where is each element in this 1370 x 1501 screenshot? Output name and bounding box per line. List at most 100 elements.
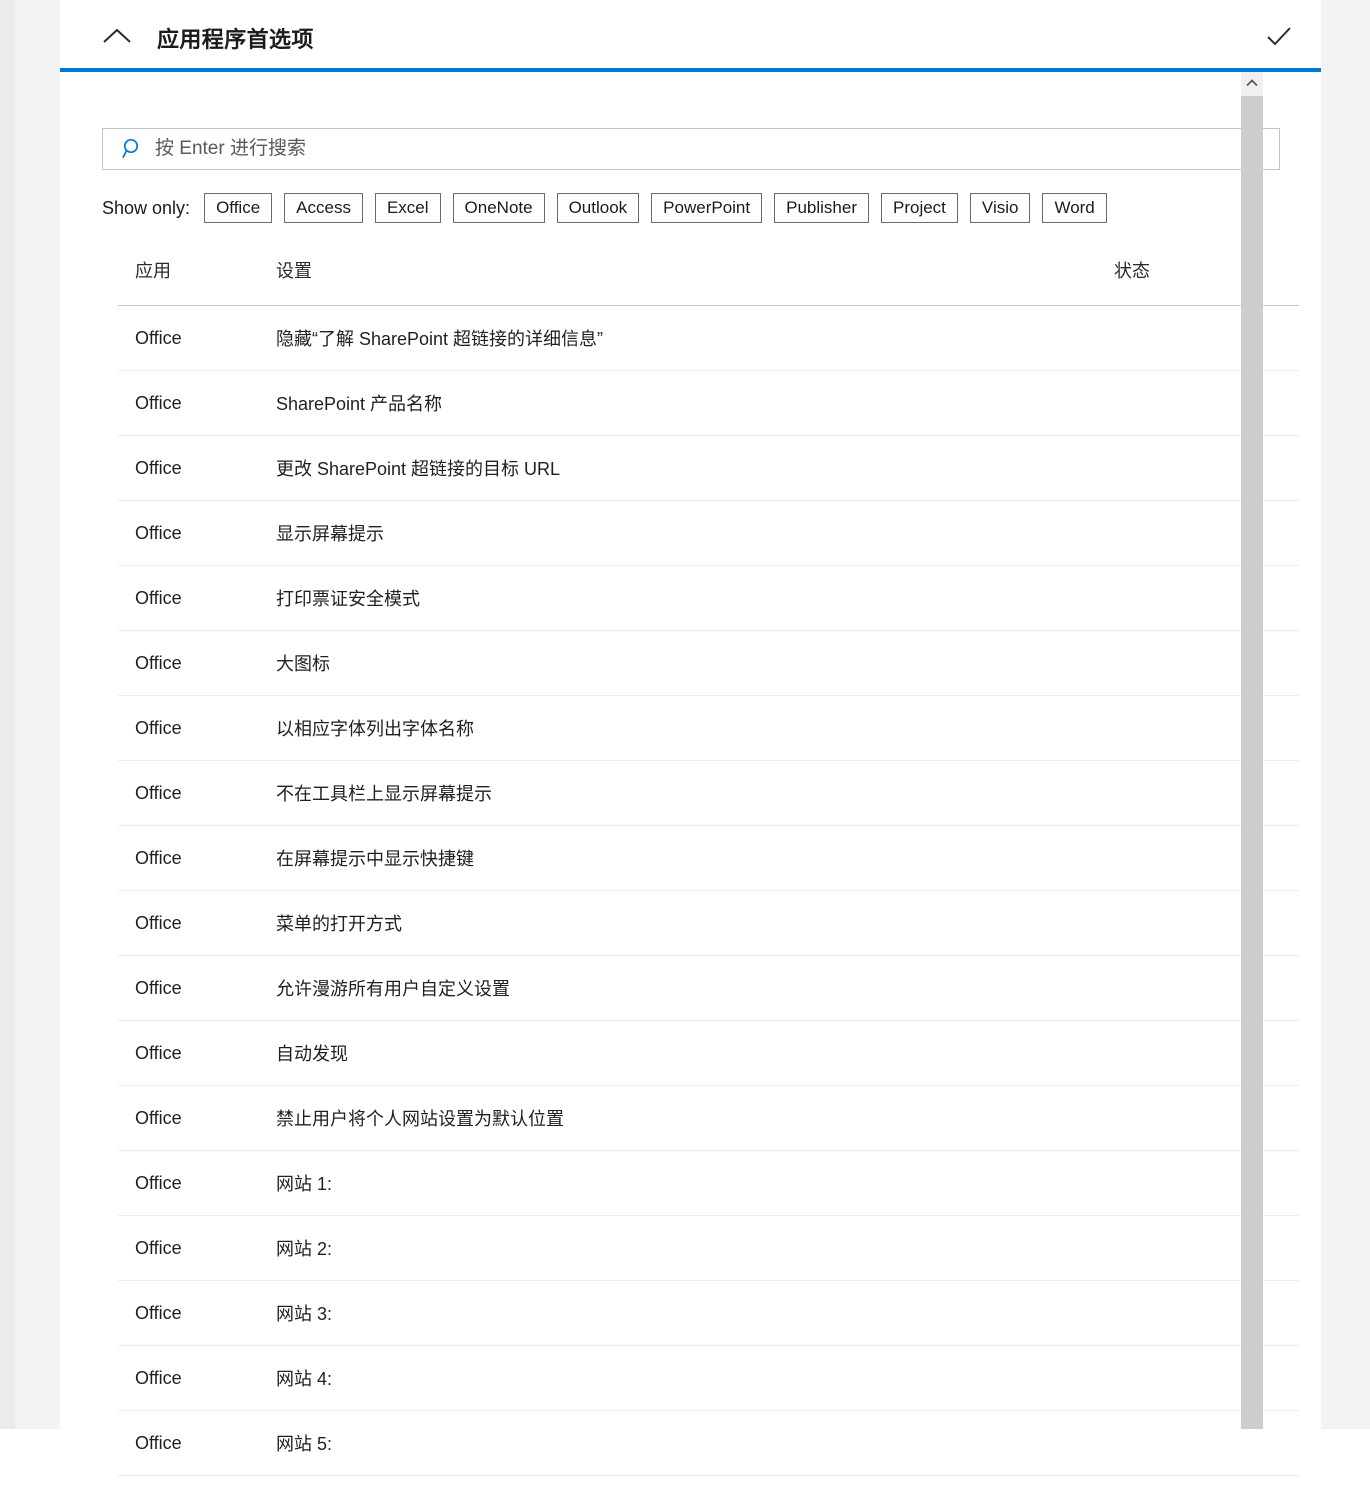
filter-bar: Show only: Office Access Excel OneNote O… — [102, 192, 1282, 224]
cell-app: Office — [118, 1215, 268, 1281]
app-root: 应用程序首选项 按 Enter 进行搜索 Show only: Office A… — [0, 0, 1370, 1476]
cell-status — [1108, 695, 1299, 761]
scrollbar-up-button[interactable] — [1241, 72, 1263, 94]
cell-status — [1108, 955, 1299, 1021]
table-row[interactable]: Office 显示屏幕提示 — [118, 500, 1299, 566]
left-rail-outer — [0, 0, 15, 1429]
table-row[interactable]: Office 不在工具栏上显示屏幕提示 — [118, 760, 1299, 826]
cell-status — [1108, 630, 1299, 696]
cell-app: Office — [118, 825, 268, 891]
settings-table-header: 应用 设置 状态 — [118, 257, 1299, 306]
cell-app: Office — [118, 890, 268, 956]
cell-setting: 不在工具栏上显示屏幕提示 — [268, 760, 1108, 826]
cell-app: Office — [118, 500, 268, 566]
table-row[interactable]: Office 允许漫游所有用户自定义设置 — [118, 955, 1299, 1021]
table-row[interactable]: Office 禁止用户将个人网站设置为默认位置 — [118, 1085, 1299, 1151]
filter-button-publisher[interactable]: Publisher — [774, 193, 869, 223]
cell-app: Office — [118, 1280, 268, 1346]
cell-status — [1108, 825, 1299, 891]
search-icon — [121, 137, 145, 161]
left-rail-inner — [15, 0, 60, 1429]
right-gutter — [1321, 0, 1370, 1429]
table-row[interactable]: Office 网站 2: — [118, 1215, 1299, 1281]
filter-button-visio[interactable]: Visio — [969, 193, 1031, 223]
cell-setting: 网站 4: — [268, 1345, 1108, 1411]
cell-status — [1108, 1020, 1299, 1086]
cell-app: Office — [118, 1410, 268, 1476]
cell-status — [1108, 1150, 1299, 1216]
collapse-button[interactable] — [98, 17, 136, 55]
chevron-up-icon — [102, 27, 132, 45]
table-header-row: 应用 设置 状态 — [118, 257, 1299, 306]
cell-app: Office — [118, 1345, 268, 1411]
cell-app: Office — [118, 1150, 268, 1216]
filter-button-project[interactable]: Project — [880, 193, 958, 223]
search-input[interactable] — [155, 129, 1279, 169]
column-header-app[interactable]: 应用 — [118, 257, 268, 306]
cell-setting: SharePoint 产品名称 — [268, 370, 1108, 436]
page-title: 应用程序首选项 — [157, 27, 314, 52]
table-row[interactable]: Office 隐藏“了解 SharePoint 超链接的详细信息” — [118, 305, 1299, 371]
cell-status — [1108, 760, 1299, 826]
cell-setting: 菜单的打开方式 — [268, 890, 1108, 956]
table-row[interactable]: Office SharePoint 产品名称 — [118, 370, 1299, 436]
vertical-scrollbar[interactable] — [1241, 72, 1263, 1429]
table-row[interactable]: Office 菜单的打开方式 — [118, 890, 1299, 956]
confirm-button[interactable] — [1259, 16, 1299, 56]
cell-setting: 更改 SharePoint 超链接的目标 URL — [268, 435, 1108, 501]
scrollbar-thumb[interactable] — [1241, 96, 1263, 1429]
cell-status — [1108, 370, 1299, 436]
filter-button-access[interactable]: Access — [284, 193, 363, 223]
filter-button-powerpoint[interactable]: PowerPoint — [651, 193, 763, 223]
filter-button-excel[interactable]: Excel — [374, 193, 441, 223]
column-header-status[interactable]: 状态 — [1108, 257, 1299, 306]
cell-status — [1108, 500, 1299, 566]
cell-setting: 网站 5: — [268, 1410, 1108, 1476]
cell-setting: 网站 2: — [268, 1215, 1108, 1281]
filter-button-word[interactable]: Word — [1042, 193, 1107, 223]
cell-setting: 在屏幕提示中显示快捷键 — [268, 825, 1108, 891]
cell-setting: 以相应字体列出字体名称 — [268, 695, 1108, 761]
cell-status — [1108, 305, 1299, 371]
cell-status — [1108, 565, 1299, 631]
table-row[interactable]: Office 打印票证安全模式 — [118, 565, 1299, 631]
cell-status — [1108, 1345, 1299, 1411]
table-row[interactable]: Office 自动发现 — [118, 1020, 1299, 1086]
cell-status — [1108, 1280, 1299, 1346]
chevron-up-icon — [1246, 74, 1258, 92]
cell-setting: 允许漫游所有用户自定义设置 — [268, 955, 1108, 1021]
filter-button-onenote[interactable]: OneNote — [452, 193, 545, 223]
cell-setting: 隐藏“了解 SharePoint 超链接的详细信息” — [268, 305, 1108, 371]
cell-app: Office — [118, 1085, 268, 1151]
cell-app: Office — [118, 435, 268, 501]
settings-table-region: 应用 设置 状态 Office 隐藏“了解 SharePoint 超链接的详细信息… — [118, 257, 1321, 1501]
filter-label: Show only: — [102, 197, 191, 218]
table-row[interactable]: Office 网站 4: — [118, 1345, 1299, 1411]
table-row[interactable]: Office 网站 1: — [118, 1150, 1299, 1216]
cell-setting: 禁止用户将个人网站设置为默认位置 — [268, 1085, 1108, 1151]
preferences-panel: 应用程序首选项 按 Enter 进行搜索 Show only: Office A… — [60, 0, 1321, 1476]
table-row[interactable]: Office 以相应字体列出字体名称 — [118, 695, 1299, 761]
cell-app: Office — [118, 760, 268, 826]
cell-status — [1108, 1410, 1299, 1476]
cell-app: Office — [118, 955, 268, 1021]
table-row[interactable]: Office 网站 3: — [118, 1280, 1299, 1346]
cell-setting: 网站 3: — [268, 1280, 1108, 1346]
cell-app: Office — [118, 1020, 268, 1086]
table-row[interactable]: Office 大图标 — [118, 630, 1299, 696]
cell-status — [1108, 1085, 1299, 1151]
cell-app: Office — [118, 370, 268, 436]
table-row[interactable]: Office 在屏幕提示中显示快捷键 — [118, 825, 1299, 891]
search-box[interactable] — [102, 128, 1280, 170]
cell-app: Office — [118, 305, 268, 371]
filter-button-office[interactable]: Office — [204, 193, 273, 223]
settings-table: 应用 设置 状态 Office 隐藏“了解 SharePoint 超链接的详细信息… — [118, 257, 1299, 1476]
cell-app: Office — [118, 630, 268, 696]
table-row[interactable]: Office 更改 SharePoint 超链接的目标 URL — [118, 435, 1299, 501]
cell-setting: 自动发现 — [268, 1020, 1108, 1086]
filter-button-outlook[interactable]: Outlook — [556, 193, 640, 223]
column-header-setting[interactable]: 设置 — [268, 257, 1108, 306]
cell-status — [1108, 890, 1299, 956]
table-row[interactable]: Office 网站 5: — [118, 1410, 1299, 1476]
checkmark-icon — [1266, 26, 1292, 46]
